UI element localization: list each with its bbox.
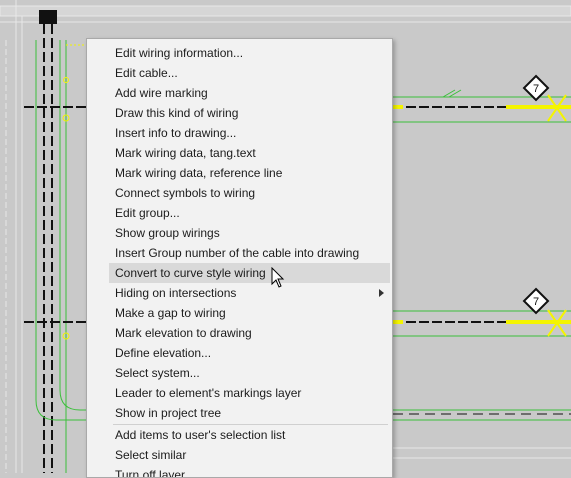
- menu-item-label: Mark wiring data, tang.text: [115, 146, 256, 160]
- menu-item-label: Define elevation...: [115, 346, 212, 360]
- menu-item-label: Show group wirings: [115, 226, 220, 240]
- menu-item-label: Mark wiring data, reference line: [115, 166, 283, 180]
- menu-item-label: Turn off layer: [115, 468, 186, 478]
- mouse-cursor-icon: [271, 267, 285, 288]
- menu-item-label: Show in project tree: [115, 406, 222, 420]
- menu-item-label: Insert Group number of the cable into dr…: [115, 246, 360, 260]
- menu-item-convert-to-curve-style-wiring[interactable]: Convert to curve style wiring: [109, 263, 390, 283]
- menu-item-draw-this-kind-of-wiring[interactable]: Draw this kind of wiring: [109, 103, 390, 123]
- menu-item-show-group-wirings[interactable]: Show group wirings: [109, 223, 390, 243]
- menu-item-edit-group[interactable]: Edit group...: [109, 203, 390, 223]
- menu-item-turn-off-layer[interactable]: Turn off layer: [109, 465, 390, 478]
- menu-item-add-items-to-user-s-selection-list[interactable]: Add items to user's selection list: [109, 425, 390, 445]
- menu-icon-gutter: [87, 39, 109, 477]
- conduit-top-block: [39, 10, 57, 24]
- menu-item-label: Make a gap to wiring: [115, 306, 226, 320]
- menu-item-label: Mark elevation to drawing: [115, 326, 252, 340]
- menu-item-edit-wiring-information[interactable]: Edit wiring information...: [109, 43, 390, 63]
- wall-band-top: [0, 5, 571, 17]
- menu-item-insert-group-number-of-the-cable-into-drawing[interactable]: Insert Group number of the cable into dr…: [109, 243, 390, 263]
- menu-item-select-system[interactable]: Select system...: [109, 363, 390, 383]
- menu-item-leader-to-element-s-markings-layer[interactable]: Leader to element's markings layer: [109, 383, 390, 403]
- menu-item-label: Edit cable...: [115, 66, 178, 80]
- menu-item-label: Leader to element's markings layer: [115, 386, 302, 400]
- menu-item-connect-symbols-to-wiring[interactable]: Connect symbols to wiring: [109, 183, 390, 203]
- menu-item-label: Insert info to drawing...: [115, 126, 237, 140]
- menu-item-label: Edit wiring information...: [115, 46, 244, 60]
- menu-item-add-wire-marking[interactable]: Add wire marking: [109, 83, 390, 103]
- menu-item-mark-wiring-data-tang-text[interactable]: Mark wiring data, tang.text: [109, 143, 390, 163]
- menu-item-label: Add items to user's selection list: [115, 428, 286, 442]
- menu-item-label: Hiding on intersections: [115, 286, 237, 300]
- menu-item-make-a-gap-to-wiring[interactable]: Make a gap to wiring: [109, 303, 390, 323]
- svg-text:7: 7: [533, 83, 539, 95]
- menu-item-hiding-on-intersections[interactable]: Hiding on intersections: [109, 283, 390, 303]
- menu-item-label: Draw this kind of wiring: [115, 106, 239, 120]
- menu-item-label: Select system...: [115, 366, 200, 380]
- menu-item-mark-wiring-data-reference-line[interactable]: Mark wiring data, reference line: [109, 163, 390, 183]
- context-menu: Edit wiring information... Edit cable... A…: [86, 38, 393, 478]
- menu-item-mark-elevation-to-drawing[interactable]: Mark elevation to drawing: [109, 323, 390, 343]
- menu-item-edit-cable[interactable]: Edit cable...: [109, 63, 390, 83]
- menu-item-label: Edit group...: [115, 206, 180, 220]
- menu-item-label: Add wire marking: [115, 86, 208, 100]
- menu-item-insert-info-to-drawing[interactable]: Insert info to drawing...: [109, 123, 390, 143]
- menu-item-label: Connect symbols to wiring: [115, 186, 256, 200]
- menu-item-show-in-project-tree[interactable]: Show in project tree: [109, 403, 390, 423]
- svg-text:7: 7: [533, 296, 539, 308]
- menu-item-define-elevation[interactable]: Define elevation...: [109, 343, 390, 363]
- submenu-arrow-icon: [379, 289, 384, 297]
- menu-item-label: Select similar: [115, 448, 187, 462]
- menu-item-label: Convert to curve style wiring: [115, 266, 266, 280]
- menu-item-select-similar[interactable]: Select similar: [109, 445, 390, 465]
